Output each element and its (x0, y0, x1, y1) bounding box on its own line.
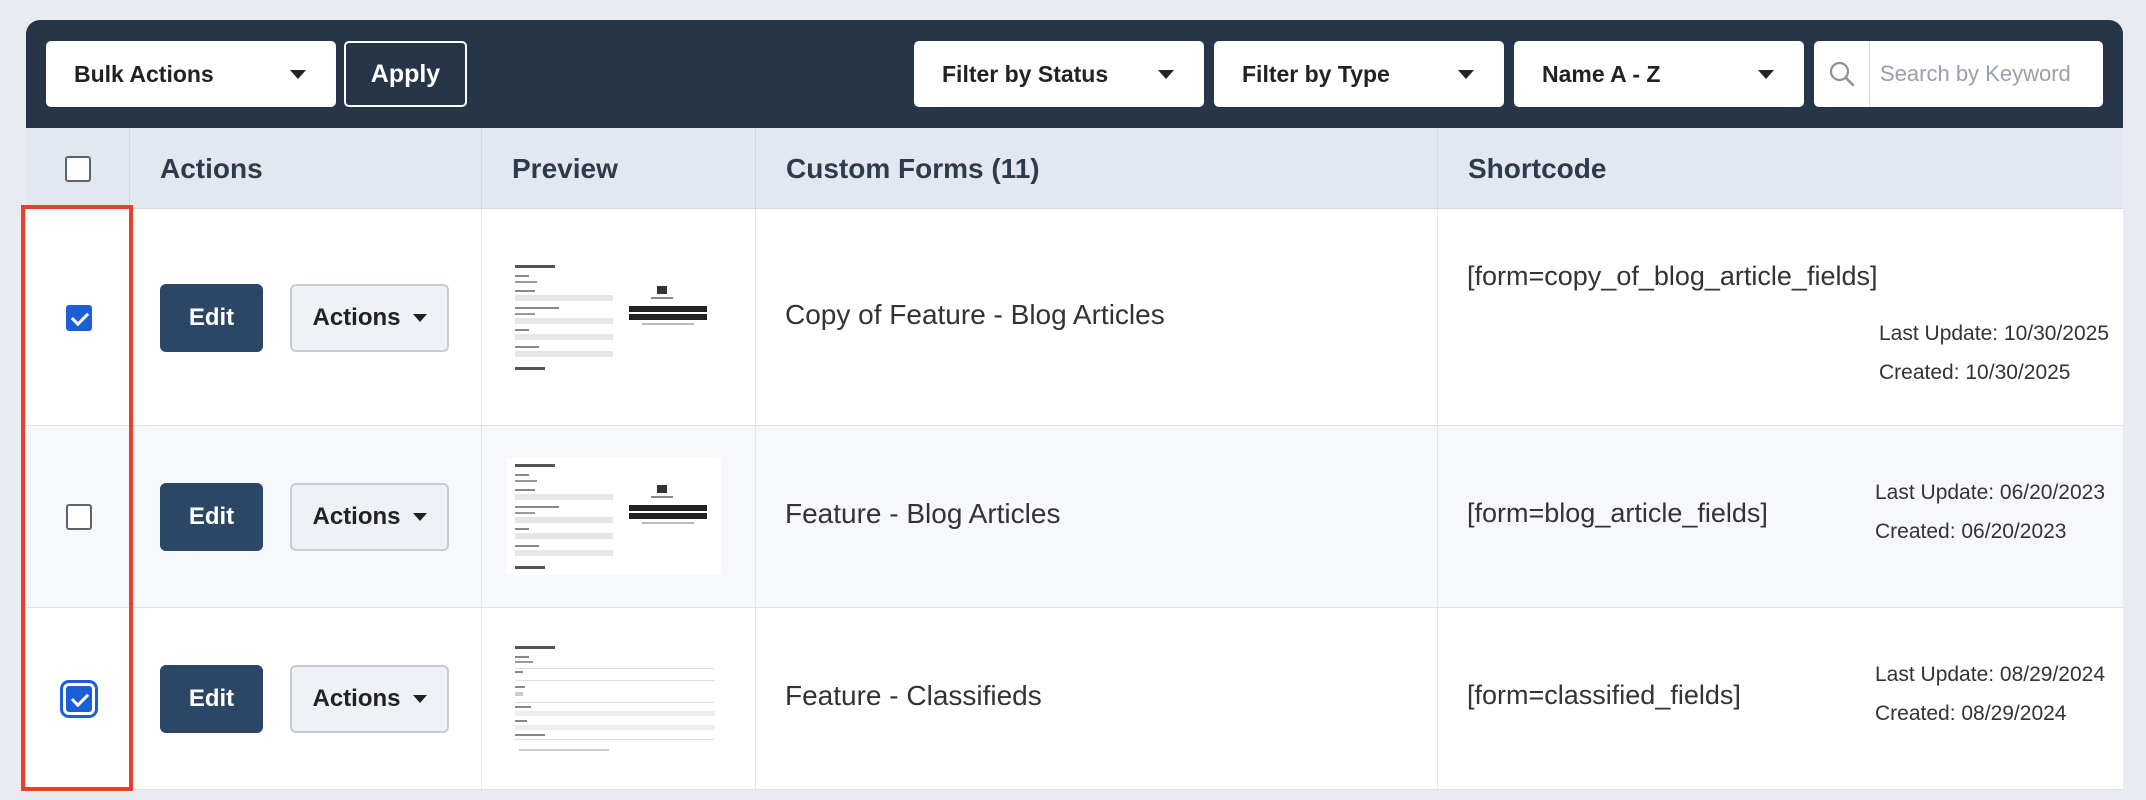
created-text: Created: 10/30/2025 (1879, 361, 2071, 384)
form-preview-thumbnail[interactable] (507, 640, 721, 757)
bulk-actions-label: Bulk Actions (74, 60, 214, 87)
apply-button[interactable]: Apply (344, 41, 467, 107)
sort-label: Name A - Z (1542, 60, 1661, 87)
select-all-checkbox[interactable] (64, 155, 91, 182)
last-update-text: Last Update: 08/29/2024 (1875, 663, 2106, 686)
row-checkbox[interactable] (66, 504, 92, 530)
filter-status-dropdown[interactable]: Filter by Status (914, 41, 1204, 107)
table-row: Edit Actions (26, 426, 2123, 608)
header-custom-forms[interactable]: Custom Forms (11) (755, 128, 1437, 209)
form-name: Feature - Classifieds (785, 680, 1042, 711)
caret-down-icon (1158, 69, 1174, 79)
sort-dropdown[interactable]: Name A - Z (1514, 41, 1804, 107)
search-input[interactable] (1870, 41, 2103, 107)
shortcode-text: [form=classified_fields] (1467, 680, 1741, 710)
table-header: Actions Preview Custom Forms (11) Shortc… (26, 128, 2123, 209)
filter-status-label: Filter by Status (942, 60, 1109, 87)
select-all-cell (26, 128, 129, 209)
bulk-actions-dropdown[interactable]: Bulk Actions (46, 41, 336, 107)
form-preview-thumbnail[interactable] (507, 259, 721, 376)
caret-down-icon (1758, 69, 1774, 79)
header-preview: Preview (481, 128, 755, 209)
shortcode-text: [form=copy_of_blog_article_fields] (1467, 261, 1878, 291)
row-actions-label: Actions (312, 503, 401, 530)
form-preview-thumbnail[interactable] (507, 458, 721, 575)
created-text: Created: 06/20/2023 (1875, 520, 2067, 543)
form-name: Copy of Feature - Blog Articles (785, 299, 1165, 330)
edit-button[interactable]: Edit (160, 284, 263, 352)
caret-down-icon (412, 314, 427, 322)
forms-manager: Bulk Actions Apply Filter by Status Filt… (21, 20, 2123, 800)
last-update-text: Last Update: 06/20/2023 (1875, 481, 2106, 504)
row-actions-button[interactable]: Actions (290, 483, 449, 551)
edit-button[interactable]: Edit (160, 665, 263, 733)
header-actions: Actions (129, 128, 481, 209)
created-text: Created: 08/29/2024 (1875, 702, 2067, 725)
toolbar: Bulk Actions Apply Filter by Status Filt… (26, 20, 2123, 128)
search-box (1814, 41, 2103, 107)
row-actions-label: Actions (312, 685, 401, 712)
caret-down-icon (1458, 69, 1474, 79)
header-shortcode: Shortcode (1437, 128, 2123, 209)
row-checkbox[interactable] (60, 680, 98, 718)
filter-type-dropdown[interactable]: Filter by Type (1214, 41, 1504, 107)
filter-type-label: Filter by Type (1242, 60, 1390, 87)
table-row: Edit Actions (26, 209, 2123, 426)
caret-down-icon (412, 695, 427, 703)
shortcode-text: [form=blog_article_fields] (1467, 498, 1768, 528)
edit-button[interactable]: Edit (160, 483, 263, 551)
caret-down-icon (290, 69, 306, 79)
table-row: Edit Actions (26, 608, 2123, 790)
search-icon[interactable] (1814, 41, 1870, 107)
last-update-text: Last Update: 10/30/2025 (1879, 322, 2110, 345)
row-actions-button[interactable]: Actions (290, 284, 449, 352)
form-name: Feature - Blog Articles (785, 498, 1061, 529)
row-actions-button[interactable]: Actions (290, 665, 449, 733)
caret-down-icon (412, 513, 427, 521)
row-checkbox[interactable] (66, 305, 92, 331)
row-actions-label: Actions (312, 304, 401, 331)
